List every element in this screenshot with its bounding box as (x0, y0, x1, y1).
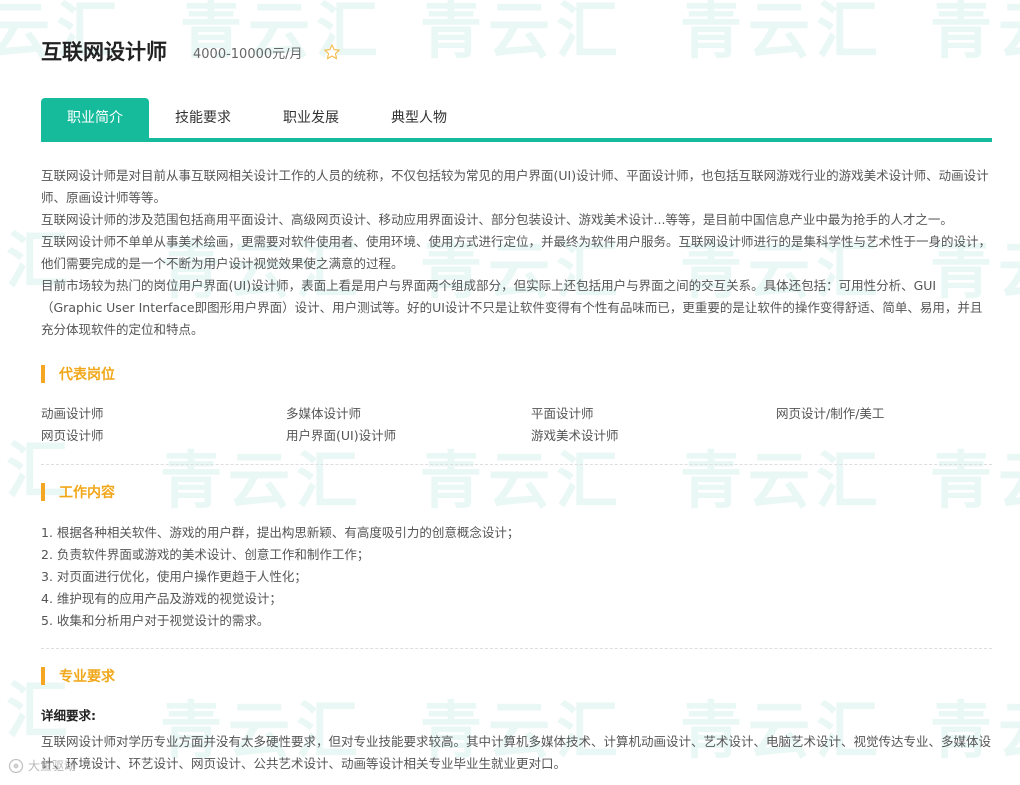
position-link[interactable]: 网页设计师 (41, 425, 286, 447)
watermark-text: 青云汇 (680, 0, 885, 67)
page-title: 互联网设计师 (41, 40, 167, 64)
section-marker (41, 483, 45, 501)
salary-range: 4000-10000元/月 (193, 47, 303, 62)
logo-icon (8, 758, 24, 773)
list-item: 4. 维护现有的应用产品及游戏的视觉设计； (41, 591, 282, 606)
section-marker (41, 667, 45, 685)
position-link[interactable]: 游戏美术设计师 (531, 425, 776, 447)
tab-bar: 职业简介 技能要求 职业发展 典型人物 (41, 98, 992, 142)
tab-skills[interactable]: 技能要求 (149, 98, 257, 138)
section-divider (41, 464, 992, 465)
corner-logo: 大鱼驱动 (8, 757, 76, 774)
position-link[interactable]: 平面设计师 (531, 403, 776, 425)
section-title-text: 代表岗位 (59, 367, 115, 383)
intro-paragraph: 互联网设计师是对目前从事互联网相关设计工作的人员的统称，不仅包括较为常见的用户界… (41, 168, 989, 205)
position-link[interactable]: 动画设计师 (41, 403, 286, 425)
positions-grid: 动画设计师 多媒体设计师 平面设计师 网页设计/制作/美工 网页设计师 用户界面… (41, 403, 992, 447)
tab-development[interactable]: 职业发展 (257, 98, 365, 138)
list-item: 5. 收集和分析用户对于视觉设计的需求。 (41, 613, 270, 628)
section-divider (41, 648, 992, 649)
tab-typical-people[interactable]: 典型人物 (365, 98, 473, 138)
watermark-text: 青云汇 (420, 0, 625, 67)
tab-intro[interactable]: 职业简介 (41, 98, 149, 138)
logo-text: 大鱼驱动 (28, 759, 77, 773)
section-title-work: 工作内容 (41, 482, 115, 502)
position-link[interactable]: 网页设计/制作/美工 (776, 403, 992, 425)
star-icon[interactable] (323, 43, 341, 61)
section-marker (41, 365, 45, 383)
intro-paragraph: 目前市场较为热门的岗位用户界面(UI)设计师，表面上看是用户与界面两个组成部分，… (41, 278, 983, 337)
watermark-text: 青云汇 (930, 0, 1020, 67)
list-item: 2. 负责软件界面或游戏的美术设计、创意工作和制作工作； (41, 547, 370, 562)
section-title-positions: 代表岗位 (41, 364, 115, 384)
career-intro: 互联网设计师是对目前从事互联网相关设计工作的人员的统称，不仅包括较为常见的用户界… (41, 165, 992, 341)
list-item: 1. 根据各种相关软件、游戏的用户群，提出构思新颖、有高度吸引力的创意概念设计； (41, 525, 520, 540)
career-header: 互联网设计师 4000-10000元/月 (41, 36, 341, 66)
list-item: 3. 对页面进行优化，使用户操作更趋于人性化； (41, 569, 307, 584)
section-title-text: 专业要求 (59, 669, 115, 685)
section-title-text: 工作内容 (59, 485, 115, 501)
intro-paragraph: 互联网设计师不单单从事美术绘画，更需要对软件使用者、使用环境、使用方式进行定位，… (41, 234, 992, 271)
detail-requirements-text: 互联网设计师对学历专业方面并没有太多硬性要求，但对专业技能要求较高。其中计算机多… (41, 734, 992, 771)
intro-paragraph: 互联网设计师的涉及范围包括商用平面设计、高级网页设计、移动应用界面设计、部分包装… (41, 212, 953, 227)
work-content-list: 1. 根据各种相关软件、游戏的用户群，提出构思新颖、有高度吸引力的创意概念设计；… (41, 522, 519, 632)
section-title-major: 专业要求 (41, 666, 115, 686)
position-link[interactable]: 多媒体设计师 (286, 403, 531, 425)
detail-requirements-label: 详细要求: (41, 708, 96, 723)
position-link[interactable]: 用户界面(UI)设计师 (286, 425, 531, 447)
